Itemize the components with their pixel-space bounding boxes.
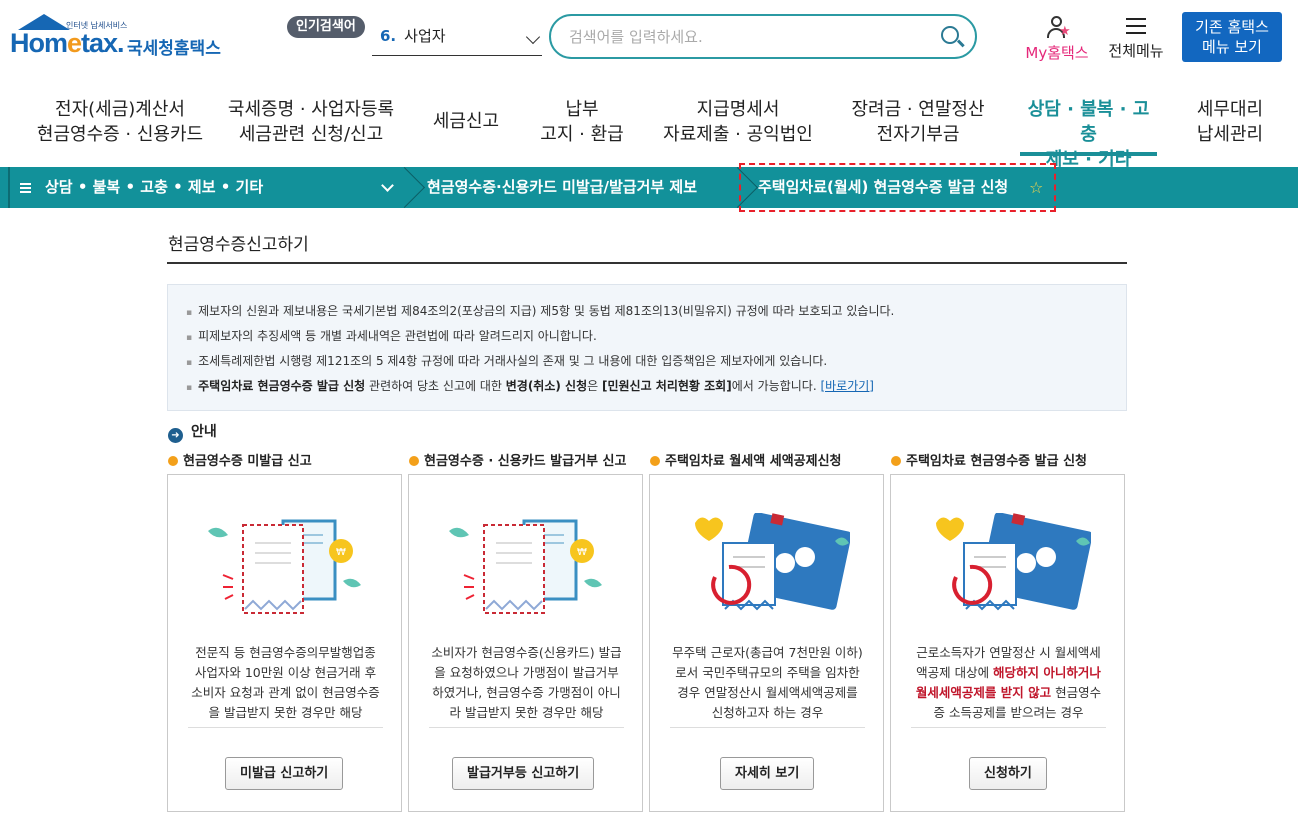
view-details-button[interactable]: 자세히 보기 — [720, 757, 815, 790]
all-menu-label: 전체메뉴 — [1108, 42, 1164, 60]
old-menu-label-1: 기존 홈택스 — [1195, 18, 1269, 36]
my-hometax-label: My홈택스 — [1025, 44, 1089, 62]
search-input[interactable] — [569, 24, 929, 50]
unissued-report-button[interactable]: 미발급 신고하기 — [225, 757, 344, 790]
popular-term: 사업자 — [404, 27, 446, 45]
hamburger-icon — [1126, 18, 1146, 34]
card-description: 전문직 등 현금영수증의무발행업종 사업자와 10만원 이상 현금거래 후 소비… — [191, 645, 380, 720]
bullet-icon — [168, 456, 178, 466]
notice-line-4: 주택임차료 현금영수증 발급 신청 관련하여 당초 신고에 대한 변경(취소) … — [186, 375, 894, 400]
arrow-right-icon: ➜ — [168, 428, 183, 443]
refusal-report-button[interactable]: 발급거부등 신고하기 — [452, 757, 595, 790]
nav-item-e-invoice[interactable]: 전자(세금)계산서 현금영수증 · 신용카드 — [30, 97, 210, 147]
all-menu-button[interactable]: 전체메뉴 — [1104, 14, 1168, 64]
breadcrumb-separator — [400, 167, 414, 208]
nav-item-certificates[interactable]: 국세증명 · 사업자등록 세금관련 신청/신고 — [218, 97, 404, 147]
card-rent-deduction: 무주택 근로자(총급여 7천만원 이하)로서 국민주택규모의 주택을 임차한 경… — [649, 474, 884, 812]
notice-box: 제보자의 신원과 제보내용은 국세기본법 제84조의2(포상금의 지급) 제5항… — [167, 284, 1127, 411]
old-menu-label-2: 메뉴 보기 — [1202, 38, 1262, 56]
rent-illustration-icon — [936, 513, 1091, 611]
header: 인터넷 납세서비스 Hometax. 국세청홈택스 인기검색어 6. 사업자 ★ … — [0, 0, 1298, 88]
card-divider — [911, 727, 1106, 728]
popular-search-dropdown[interactable]: 6. 사업자 — [372, 22, 542, 56]
popular-search-badge: 인기검색어 — [287, 16, 365, 38]
main-navigation: 전자(세금)계산서 현금영수증 · 신용카드 국세증명 · 사업자등록 세금관련 신… — [0, 88, 1298, 170]
page-title: 현금영수증신고하기 — [168, 235, 309, 255]
breadcrumb-level-3[interactable]: 주택임차료(월세) 현금영수증 발급 신청 — [758, 167, 1008, 208]
logo-korean-name: 국세청홈택스 — [127, 39, 221, 59]
nav-item-consultation[interactable]: 상담 · 불복 · 고충 제보 · 기타 — [1020, 97, 1157, 172]
apply-button[interactable]: 신청하기 — [969, 757, 1047, 790]
shortcut-link[interactable]: [바로가기] — [820, 379, 874, 393]
search-box — [549, 14, 977, 59]
receipt-illustration-icon: ₩ — [208, 519, 361, 614]
card-refusal-report: ₩ 소비자가 현금영수증(신용카드) 발급을 요청하였으나 가맹점이 발급거부 … — [408, 474, 643, 812]
card-description: 근로소득자가 연말정산 시 월세액세액공제 대상에 해당하지 아니하거나 월세세… — [915, 645, 1102, 720]
logo-brand: Hometax. — [10, 28, 125, 58]
notice-line-3: 조세특례제한법 시행령 제121조의 5 제4항 규정에 따라 거래사실의 존재… — [186, 350, 894, 375]
user-icon: ★ — [1045, 16, 1071, 40]
card-unissued-report: ₩ 전문직 등 현금영수증의무발행업종 사업자와 10만원 이상 현금거래 후 … — [167, 474, 402, 812]
card-title: 주택임차료 현금영수증 발급 신청 — [891, 450, 1087, 469]
old-menu-button[interactable]: 기존 홈택스 메뉴 보기 — [1182, 12, 1282, 62]
receipt-illustration-icon: ₩ — [449, 519, 602, 614]
svg-text:₩: ₩ — [336, 547, 346, 558]
nav-item-tax-filing[interactable]: 세금신고 — [420, 109, 512, 134]
rent-illustration-icon — [695, 513, 850, 611]
nav-item-payment[interactable]: 납부 고지 · 환급 — [532, 97, 632, 147]
bullet-icon — [409, 456, 419, 466]
nav-item-statements[interactable]: 지급명세서 자료제출 · 공익법인 — [660, 97, 816, 147]
card-description: 소비자가 현금영수증(신용카드) 발급을 요청하였으나 가맹점이 발급거부 하였… — [431, 645, 622, 720]
bullet-icon — [650, 456, 660, 466]
nav-item-tax-agent[interactable]: 세무대리 납세관리 — [1182, 97, 1278, 147]
nav-active-indicator — [1020, 152, 1157, 156]
hometax-logo[interactable]: 인터넷 납세서비스 Hometax. 국세청홈택스 — [10, 14, 225, 66]
search-icon[interactable] — [941, 26, 959, 44]
popular-rank: 6. — [380, 27, 397, 45]
card-title: 현금영수증 · 신용카드 발급거부 신고 — [409, 450, 626, 469]
svg-text:₩: ₩ — [577, 547, 587, 558]
nav-item-year-end[interactable]: 장려금 · 연말정산 전자기부금 — [842, 97, 994, 147]
breadcrumb-level-1[interactable]: 상담 • 불복 • 고충 • 제보 • 기타 — [20, 167, 263, 208]
card-divider — [188, 727, 383, 728]
bullet-icon — [891, 456, 901, 466]
card-title: 주택임차료 월세액 세액공제신청 — [650, 450, 842, 469]
breadcrumb: 상담 • 불복 • 고충 • 제보 • 기타 현금영수증·신용카드 미발급/발급… — [0, 163, 1298, 212]
breadcrumb-edge — [8, 167, 10, 208]
title-divider — [167, 262, 1127, 264]
card-rent-receipt-application: 근로소득자가 연말정산 시 월세액세액공제 대상에 해당하지 아니하거나 월세세… — [890, 474, 1125, 812]
chevron-down-icon — [525, 29, 541, 45]
guide-heading: ➜ 안내 — [168, 421, 217, 443]
notice-line-1: 제보자의 신원과 제보내용은 국세기본법 제84조의2(포상금의 지급) 제5항… — [186, 300, 894, 325]
card-divider — [670, 727, 865, 728]
notice-line-2: 피제보자의 추징세액 등 개별 과세내역은 관련법에 따라 알려드리지 아니합니… — [186, 325, 894, 350]
card-divider — [429, 727, 624, 728]
menu-icon — [20, 182, 31, 193]
my-hometax-button[interactable]: ★ My홈택스 — [1020, 14, 1094, 64]
card-description: 무주택 근로자(총급여 7천만원 이하)로서 국민주택규모의 주택을 임차한 경… — [672, 645, 863, 720]
breadcrumb-level-2[interactable]: 현금영수증·신용카드 미발급/발급거부 제보 — [427, 167, 697, 208]
favorite-star-icon[interactable]: ☆ — [1029, 167, 1043, 208]
card-title: 현금영수증 미발급 신고 — [168, 450, 312, 469]
